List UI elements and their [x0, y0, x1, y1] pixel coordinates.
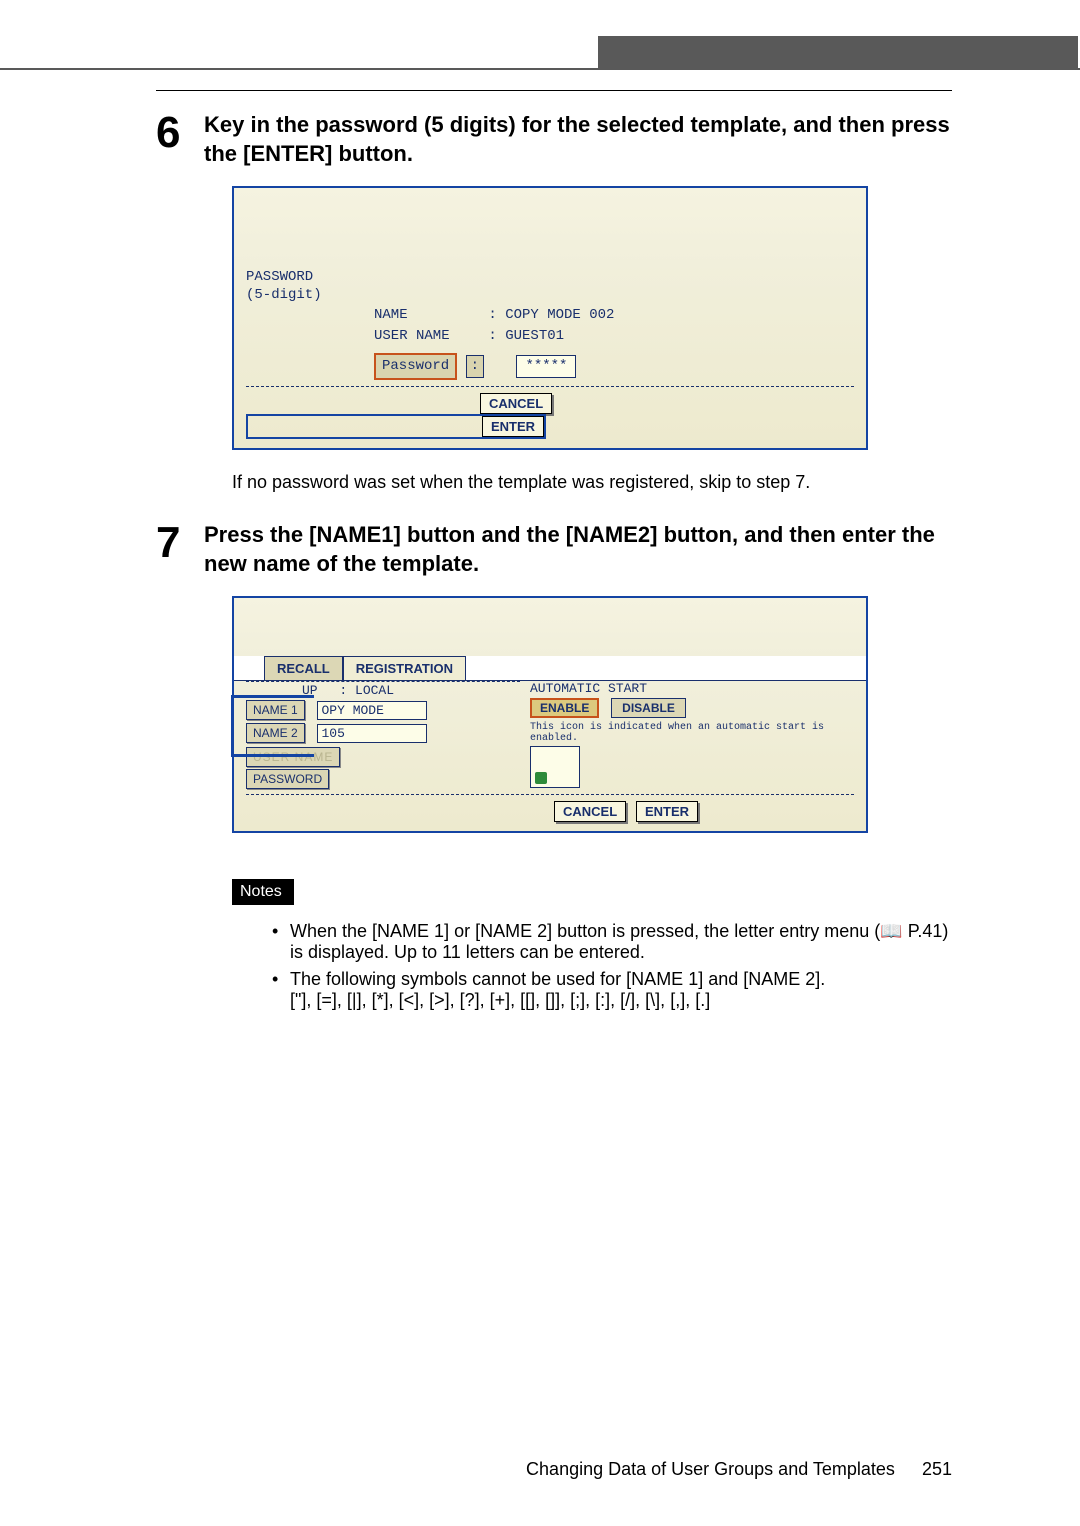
- top-tab-bar: [0, 36, 1080, 70]
- password-heading: PASSWORD: [246, 270, 854, 285]
- auto-start-note: This icon is indicated when an automatic…: [530, 722, 850, 744]
- figure-1-body: PASSWORD (5-digit) NAME : COPY MODE 002 …: [234, 264, 866, 448]
- divider: [156, 90, 952, 91]
- step-7-title: Press the [NAME1] button and the [NAME2]…: [204, 521, 952, 578]
- figure-2-body: UP : LOCAL NAME 1 OPY MODE NAME 2 105: [234, 680, 866, 831]
- group-row: UP : LOCAL: [302, 683, 520, 698]
- password-row-2: PASSWORD: [246, 769, 520, 789]
- note-item-1: When the [NAME 1] or [NAME 2] button is …: [272, 921, 952, 963]
- auto-start-label: AUTOMATIC START: [530, 681, 850, 696]
- name1-field[interactable]: OPY MODE: [317, 701, 427, 720]
- figure-2-buttons: CANCEL ENTER: [246, 794, 854, 825]
- figure-1-buttons: CANCEL ENTER: [246, 386, 854, 442]
- name-value: : COPY MODE 002: [488, 307, 614, 323]
- figure-1-frame: PASSWORD (5-digit) NAME : COPY MODE 002 …: [232, 186, 868, 450]
- password-field[interactable]: *****: [516, 355, 576, 378]
- auto-start-icon: [530, 746, 580, 788]
- step-6: 6 Key in the password (5 digits) for the…: [156, 111, 952, 168]
- cancel-button-2[interactable]: CANCEL: [554, 801, 626, 822]
- step-7: 7 Press the [NAME1] button and the [NAME…: [156, 521, 952, 578]
- password-colon: :: [466, 355, 484, 378]
- name2-field[interactable]: 105: [317, 724, 427, 743]
- page-number: 251: [922, 1459, 952, 1479]
- note-item-2: The following symbols cannot be used for…: [272, 969, 952, 1011]
- step-6-title: Key in the password (5 digits) for the s…: [204, 111, 952, 168]
- content: 6 Key in the password (5 digits) for the…: [0, 90, 1080, 1011]
- cancel-button[interactable]: CANCEL: [480, 393, 552, 414]
- note-1a: When the [NAME 1] or [NAME 2] button is …: [290, 921, 880, 941]
- page: 6 Key in the password (5 digits) for the…: [0, 0, 1080, 1526]
- figure-2: RECALL REGISTRATION UP : LOCAL NAME 1 OP…: [232, 596, 952, 833]
- tab-recall[interactable]: RECALL: [264, 656, 343, 680]
- green-dot-icon: [535, 772, 547, 784]
- enable-button[interactable]: ENABLE: [530, 698, 599, 718]
- note-2b: ["], [=], [|], [*], [<], [>], [?], [+], …: [290, 990, 710, 1010]
- footer-text: Changing Data of User Groups and Templat…: [526, 1459, 895, 1479]
- notes-badge: Notes: [232, 879, 294, 905]
- enter-button-2[interactable]: ENTER: [636, 801, 698, 822]
- password-row: Password : *****: [246, 353, 854, 380]
- step-6-number: 6: [156, 111, 204, 168]
- notes-list: When the [NAME 1] or [NAME 2] button is …: [232, 921, 952, 1011]
- figure-2-right-col: AUTOMATIC START ENABLE DISABLE This icon…: [530, 681, 850, 792]
- name-label: NAME: [374, 305, 476, 326]
- book-icon: 📖: [880, 921, 902, 941]
- password-sublabel: (5-digit): [246, 288, 854, 303]
- username-label: USER NAME: [374, 326, 476, 347]
- figure-2-upper-blank: [234, 598, 866, 656]
- password-button[interactable]: Password: [374, 353, 457, 380]
- username-value: : GUEST01: [488, 328, 564, 344]
- note-2a: The following symbols cannot be used for…: [290, 969, 825, 989]
- auto-start-icon-box: [530, 744, 850, 792]
- figure-1: PASSWORD (5-digit) NAME : COPY MODE 002 …: [232, 186, 952, 450]
- password-button-2[interactable]: PASSWORD: [246, 769, 329, 789]
- step-7-number: 7: [156, 521, 204, 578]
- callout-highlight: [231, 695, 314, 757]
- auto-start-buttons: ENABLE DISABLE: [530, 698, 850, 718]
- enter-highlight: ENTER: [246, 414, 546, 439]
- top-dark-tab: [598, 36, 1078, 68]
- tab-registration[interactable]: REGISTRATION: [343, 656, 466, 680]
- group-value: : LOCAL: [339, 683, 394, 698]
- enter-button[interactable]: ENTER: [482, 416, 544, 437]
- step-6-note: If no password was set when the template…: [232, 472, 952, 493]
- name-row: NAME : COPY MODE 002: [246, 305, 854, 326]
- figure-1-upper-blank: [234, 188, 866, 264]
- figure-2-tabs: RECALL REGISTRATION: [264, 656, 866, 680]
- disable-button[interactable]: DISABLE: [611, 698, 686, 718]
- username-row: USER NAME : GUEST01: [246, 326, 854, 347]
- footer: Changing Data of User Groups and Templat…: [526, 1459, 952, 1480]
- figure-2-frame: RECALL REGISTRATION UP : LOCAL NAME 1 OP…: [232, 596, 868, 833]
